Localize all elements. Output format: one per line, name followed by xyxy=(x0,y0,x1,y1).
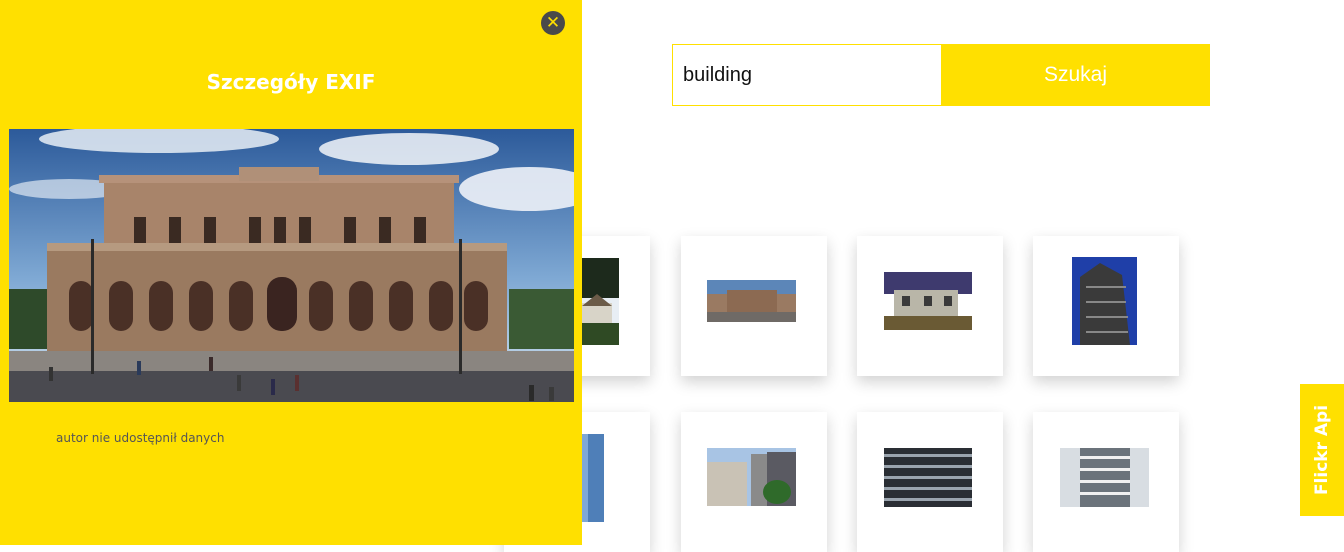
author-note: autor nie udostępnił danych xyxy=(56,431,225,445)
skyscraper-thumbnail[interactable] xyxy=(1072,257,1137,345)
street-thumbnail[interactable] xyxy=(707,448,796,506)
close-icon[interactable]: ✕ xyxy=(541,11,565,35)
old-house-thumbnail[interactable] xyxy=(884,272,972,330)
gallery-card[interactable] xyxy=(681,236,827,376)
gallery-card[interactable] xyxy=(1033,236,1179,376)
search-bar: Szukaj xyxy=(672,44,1210,106)
search-input[interactable] xyxy=(672,44,941,106)
facade-thumbnail[interactable] xyxy=(884,448,972,507)
glass-tower-thumbnail[interactable] xyxy=(582,434,604,522)
flickr-api-label: Flickr Api xyxy=(1312,404,1333,496)
exif-panel: ✕ Szczegóły EXIF autor nie udostępnił da… xyxy=(0,0,582,545)
highrise-thumbnail[interactable] xyxy=(1060,448,1149,507)
gallery-card[interactable] xyxy=(857,412,1003,552)
gallery-card[interactable] xyxy=(857,236,1003,376)
gallery-card[interactable] xyxy=(681,412,827,552)
main-photo xyxy=(9,129,574,402)
search-button[interactable]: Szukaj xyxy=(941,44,1210,106)
flickr-api-tab[interactable]: Flickr Api xyxy=(1300,384,1344,516)
gallery-card[interactable] xyxy=(1033,412,1179,552)
cottage-thumbnail[interactable] xyxy=(582,258,619,345)
town-hall-thumbnail[interactable] xyxy=(707,280,796,322)
panel-title: Szczegóły EXIF xyxy=(206,70,376,94)
